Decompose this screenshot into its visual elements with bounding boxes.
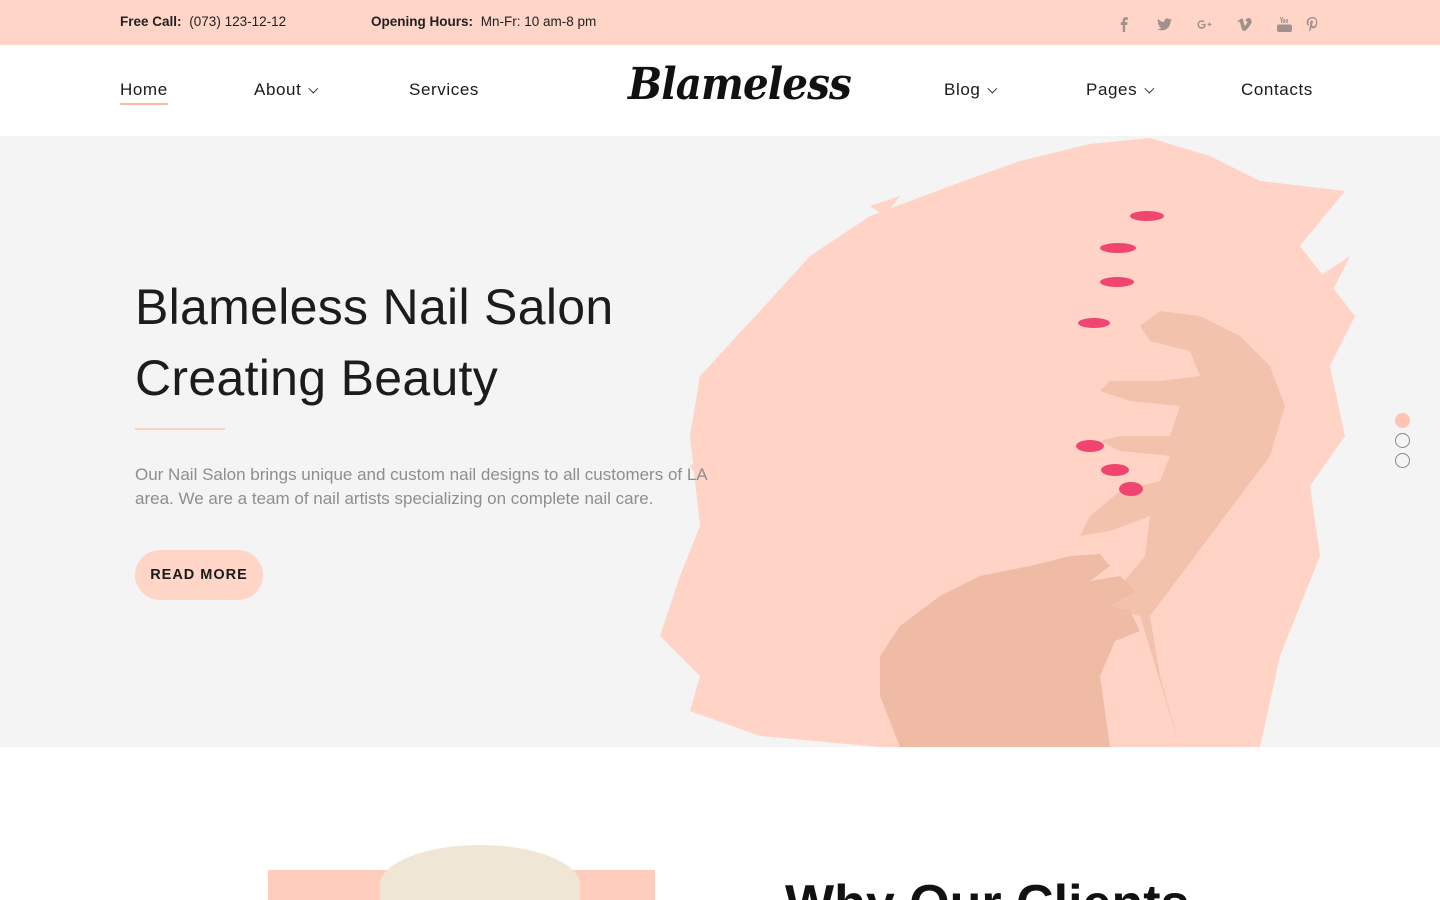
- hero-image: [660, 138, 1355, 747]
- client-photo-hair: [380, 845, 580, 900]
- youtube-icon[interactable]: [1264, 12, 1304, 34]
- slide-dot-2[interactable]: [1395, 433, 1410, 448]
- chevron-down-icon: [1144, 83, 1155, 94]
- nav-pages[interactable]: Pages: [1086, 80, 1155, 100]
- hero-title-line2: Creating Beauty: [135, 350, 499, 406]
- top-bar: Free Call: (073) 123-12-12 Opening Hours…: [0, 0, 1440, 45]
- nav-blog-label: Blog: [944, 80, 981, 99]
- opening-hours-value: Mn-Fr: 10 am-8 pm: [480, 14, 597, 29]
- nav-about-label: About: [254, 80, 302, 99]
- hero-title-line1: Blameless Nail Salon: [135, 279, 614, 335]
- facebook-icon[interactable]: [1104, 12, 1144, 34]
- main-header: Home About Services Blameless Blog Pages…: [0, 45, 1440, 136]
- vimeo-icon[interactable]: [1224, 12, 1264, 34]
- nav-home[interactable]: Home: [120, 80, 168, 105]
- read-more-button[interactable]: READ MORE: [135, 550, 263, 600]
- slider-pagination: [1395, 413, 1410, 473]
- twitter-icon[interactable]: [1144, 12, 1184, 34]
- google-plus-icon[interactable]: [1184, 12, 1224, 34]
- free-call-number[interactable]: (073) 123-12-12: [189, 14, 286, 29]
- why-clients-section: Why Our Clients: [0, 747, 1440, 900]
- chevron-down-icon: [987, 83, 998, 94]
- hero-title: Blameless Nail Salon Creating Beauty: [135, 272, 613, 414]
- chevron-down-icon: [308, 83, 319, 94]
- section-title: Why Our Clients: [785, 874, 1189, 900]
- slide-dot-1[interactable]: [1395, 413, 1410, 428]
- hero-divider: [135, 428, 225, 430]
- nav-about[interactable]: About: [254, 80, 319, 100]
- nav-pages-label: Pages: [1086, 80, 1138, 99]
- nav-services[interactable]: Services: [409, 80, 479, 100]
- nav-contacts[interactable]: Contacts: [1241, 80, 1313, 100]
- social-links: [1104, 12, 1320, 34]
- pinterest-icon[interactable]: [1304, 12, 1320, 34]
- hero-description: Our Nail Salon brings unique and custom …: [135, 465, 707, 508]
- nav-blog[interactable]: Blog: [944, 80, 998, 100]
- opening-hours-info: Opening Hours: Mn-Fr: 10 am-8 pm: [371, 14, 596, 29]
- hero-slider: Blameless Nail Salon Creating Beauty Our…: [0, 136, 1440, 747]
- free-call-label: Free Call:: [120, 14, 182, 29]
- site-logo[interactable]: Blameless: [628, 59, 852, 110]
- free-call-info: Free Call: (073) 123-12-12: [120, 14, 286, 29]
- opening-hours-label: Opening Hours:: [371, 14, 473, 29]
- slide-dot-3[interactable]: [1395, 453, 1410, 468]
